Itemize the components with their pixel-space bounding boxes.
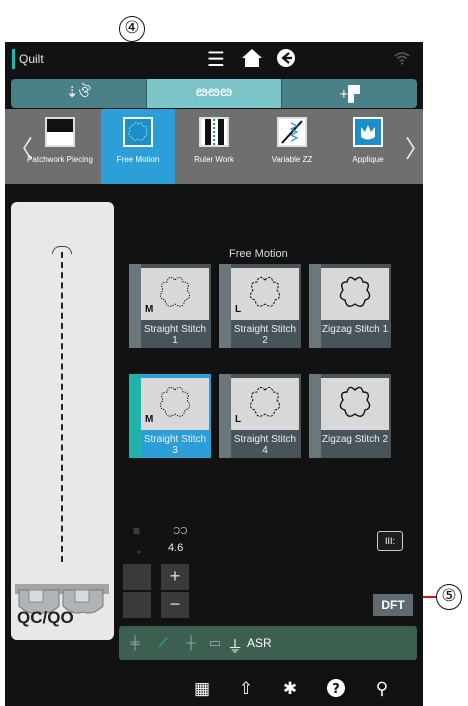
add-foot-tab[interactable]: +▛ — [282, 79, 418, 108]
type-free-motion[interactable]: Free Motion — [101, 109, 175, 184]
stitch-length-icon: ƆƆ — [173, 526, 188, 537]
stitch-preview — [231, 268, 299, 320]
stitch-edge — [129, 374, 141, 458]
stitch-preview-line — [61, 252, 63, 562]
needle-stop-icon[interactable]: ⟋ — [149, 633, 177, 653]
stitch-size: L — [235, 304, 242, 315]
wifi-icon — [391, 48, 413, 70]
stitch-type-strip: 〈 Patchwork Piecing Free Motion Ruler Wo… — [5, 109, 423, 184]
wrench-icon[interactable]: ⚲ — [371, 678, 393, 700]
stitch-edge — [309, 374, 321, 458]
type-applique[interactable]: Applique — [331, 109, 405, 184]
presser-foot-label: QC/QO — [17, 608, 74, 627]
stitch-preview — [231, 378, 299, 430]
stitch-size: M — [145, 414, 154, 425]
stitch-name: Straight Stitch 1 — [143, 324, 207, 346]
mode-label: Quilt — [19, 52, 44, 66]
export-icon[interactable]: ⇧ — [235, 678, 257, 700]
add-foot-icon: +▛ — [339, 85, 360, 103]
mode-indicator — [12, 49, 15, 69]
chevron-right-icon[interactable]: 〉 — [405, 129, 423, 164]
stitch-edge — [129, 264, 141, 348]
applique-icon — [353, 117, 383, 147]
ruler-work-icon — [199, 117, 229, 147]
stitch-name: Straight Stitch 4 — [233, 434, 297, 456]
type-label: Free Motion — [116, 155, 160, 164]
type-ruler-work[interactable]: Ruler Work — [177, 109, 251, 184]
stitch-length-plus-button[interactable]: + — [161, 564, 189, 590]
stitch-straight-1[interactable]: M Straight Stitch 1 — [129, 264, 211, 348]
patchwork-icon — [45, 117, 75, 147]
decorative-stitch-tab[interactable]: ఴఴఴ — [146, 79, 283, 108]
stitch-preview — [321, 268, 389, 320]
variable-zz-icon — [277, 117, 307, 147]
callout-four: ④ — [119, 16, 145, 42]
stitch-straight-4[interactable]: L Straight Stitch 4 — [219, 374, 301, 458]
stitch-name: Zigzag Stitch 2 — [321, 434, 389, 445]
dash-icon: - — [137, 544, 141, 558]
stitch-zigzag-2[interactable]: Zigzag Stitch 2 — [309, 374, 391, 458]
type-label: Ruler Work — [194, 155, 234, 164]
stitch-edge — [309, 264, 321, 348]
home-icon[interactable] — [239, 48, 265, 70]
needle-position-icon[interactable]: ╪ — [121, 633, 149, 653]
density-icon: ≡ — [133, 524, 141, 538]
utility-stitch-tab[interactable]: ⇣ঔ — [11, 79, 147, 108]
stitch-name: Straight Stitch 3 — [143, 434, 207, 456]
type-label: Patchwork Piecing — [27, 155, 93, 164]
plus-icon: + — [169, 566, 181, 586]
settings-icon[interactable]: ✱ — [279, 678, 301, 700]
left-increase-button[interactable] — [123, 564, 151, 590]
bottom-nav: ▦ ⇧ ✱ ? ⚲ — [5, 672, 423, 706]
stitch-straight-3[interactable]: M Straight Stitch 3 — [129, 374, 211, 458]
stitch-edge — [219, 374, 231, 458]
type-patchwork-piecing[interactable]: Patchwork Piecing — [23, 109, 97, 184]
minus-icon: − — [169, 594, 181, 614]
status-bar: Quilt ☰ — [5, 42, 423, 76]
asr-foot-icon[interactable]: ⏚ — [227, 633, 243, 657]
stitch-size: L — [235, 414, 242, 425]
type-label: Variable ZZ — [271, 155, 313, 164]
stitch-name: Straight Stitch 2 — [233, 324, 297, 346]
left-decrease-button[interactable] — [123, 592, 151, 618]
sewing-app-icon[interactable]: ▦ — [191, 678, 213, 700]
stitch-edge — [219, 264, 231, 348]
utility-stitch-icon: ⇣ঔ — [65, 84, 91, 101]
stitch-size: M — [145, 304, 154, 315]
hamburger-menu-icon[interactable]: ☰ — [203, 48, 229, 70]
type-label: Applique — [352, 155, 384, 164]
stitch-length-value: 4.6 — [168, 542, 184, 554]
stitch-length-minus-button[interactable]: − — [161, 592, 189, 618]
dft-button[interactable]: DFT — [373, 594, 413, 616]
stitch-zigzag-1[interactable]: Zigzag Stitch 1 — [309, 264, 391, 348]
grid-title: Free Motion — [229, 248, 288, 260]
svg-text:?: ? — [332, 682, 340, 697]
type-variable-zz[interactable]: Variable ZZ — [255, 109, 329, 184]
feed-dog-icon[interactable]: III: — [377, 531, 403, 551]
stitch-straight-2[interactable]: L Straight Stitch 2 — [219, 264, 301, 348]
asr-label: ASR — [247, 636, 272, 650]
device-screen: Quilt ☰ ⇣ঔ ఴఴఴ +▛ 〈 Patchwork Piecing Fr… — [5, 42, 423, 706]
exit-icon[interactable] — [273, 48, 299, 70]
stitch-preview — [321, 378, 389, 430]
category-tabs: ⇣ঔ ఴఴఴ +▛ — [11, 79, 418, 108]
presser-foot-panel: QC/QO — [11, 202, 114, 640]
callout-five: ⑤ — [436, 584, 462, 610]
decorative-stitch-icon: ఴఴఴ — [195, 83, 233, 100]
help-icon[interactable]: ? — [325, 678, 347, 700]
stitch-name: Zigzag Stitch 1 — [321, 324, 389, 335]
function-bar: ╪ ⟋ ┼ ▭ ⏚ ASR — [119, 626, 417, 660]
feed-icon[interactable]: ▭ — [201, 633, 229, 653]
free-motion-icon — [123, 117, 153, 147]
